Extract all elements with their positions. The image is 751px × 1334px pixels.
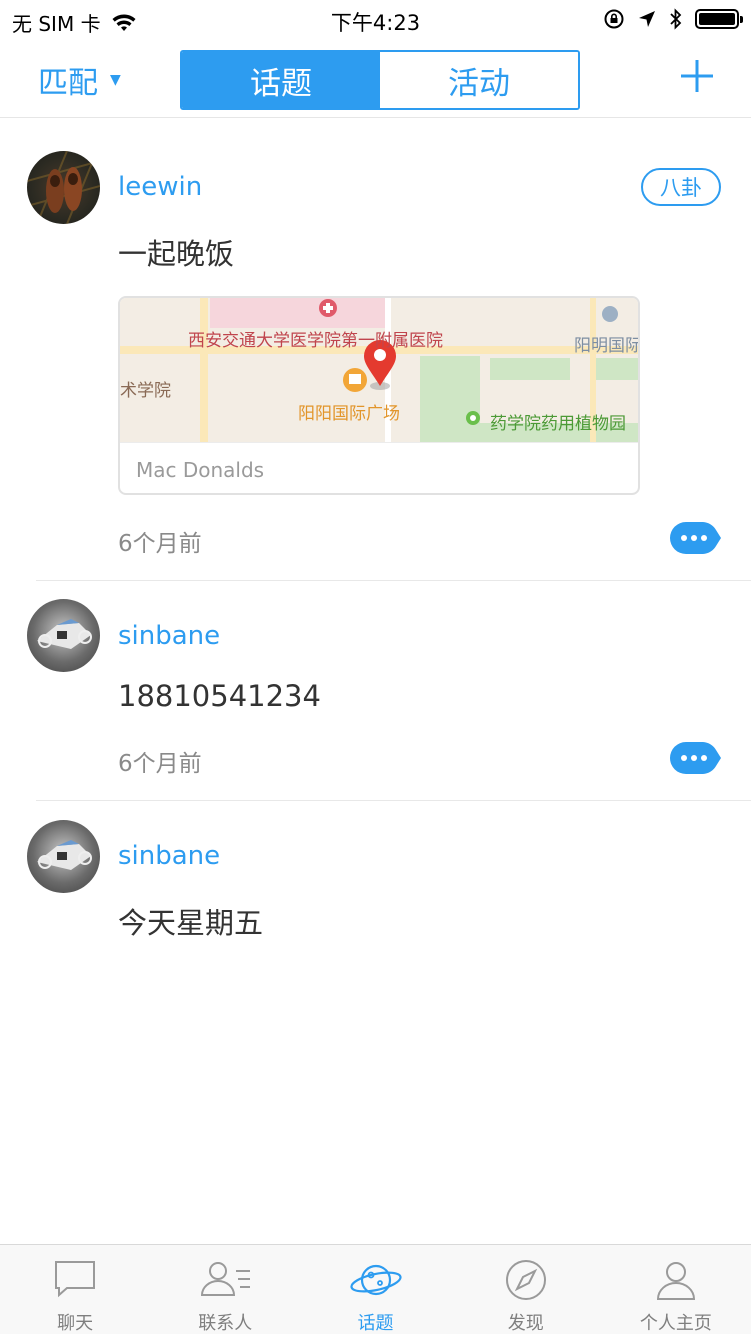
avatar-image	[37, 840, 92, 870]
post-content: 18810541234	[118, 679, 321, 713]
post-item[interactable]: leewin 八卦 一起晚饭 西安交通大学医学院第一附属医院 术学院 阳阳国际广…	[0, 119, 751, 581]
rotation-lock-icon	[604, 9, 624, 29]
post-content: 一起晚饭	[118, 237, 235, 271]
filter-label: 匹配	[38, 66, 98, 101]
map-label-art-school: 术学院	[120, 381, 171, 401]
segment-topics[interactable]: 话题	[182, 52, 380, 108]
segment-activities[interactable]: 活动	[380, 52, 578, 108]
map-label-plaza: 阳阳国际广场	[298, 404, 400, 424]
map-preview: 西安交通大学医学院第一附属医院 术学院 阳阳国际广场 药学院药用植物园 阳明国际	[120, 298, 638, 442]
plus-icon[interactable]	[679, 58, 715, 94]
battery-icon	[695, 9, 743, 29]
post-time: 6个月前	[118, 531, 202, 557]
map-label-right: 阳明国际	[574, 336, 638, 356]
map-label-hospital: 西安交通大学医学院第一附属医院	[188, 331, 443, 351]
tab-label: 聊天	[57, 1313, 94, 1334]
username[interactable]: leewin	[118, 172, 202, 202]
post-content: 今天星期五	[118, 906, 264, 940]
avatar-image	[27, 151, 100, 224]
tab-bar: 聊天 联系人 话题 发现 个人主页	[0, 1244, 751, 1334]
username[interactable]: sinbane	[118, 841, 220, 871]
category-tag[interactable]: 八卦	[641, 168, 721, 206]
filter-dropdown[interactable]: 匹配 ▼	[38, 58, 121, 102]
topic-feed: leewin 八卦 一起晚饭 西安交通大学医学院第一附属医院 术学院 阳阳国际广…	[0, 119, 751, 961]
map-label-garden: 药学院药用植物园	[490, 414, 626, 434]
status-bar: 无 SIM 卡 下午4:23	[0, 0, 751, 40]
tab-label: 发现	[507, 1313, 544, 1334]
avatar[interactable]	[27, 599, 100, 672]
compass-icon	[505, 1260, 546, 1300]
comment-bubble-icon[interactable]	[669, 521, 721, 555]
post-time: 6个月前	[118, 751, 202, 777]
nav-bar: 匹配 ▼ 话题 活动	[0, 40, 751, 118]
planet-icon	[349, 1264, 402, 1296]
username[interactable]: sinbane	[118, 621, 220, 651]
caret-down-icon: ▼	[110, 72, 121, 88]
person-icon	[656, 1262, 695, 1300]
bluetooth-icon	[670, 8, 682, 30]
tab-label: 个人主页	[639, 1313, 712, 1334]
location-arrow-icon	[639, 11, 655, 27]
tab-label: 话题	[357, 1313, 394, 1334]
post-item[interactable]: sinbane 18810541234 6个月前	[0, 581, 751, 801]
tab-discover[interactable]: 发现	[451, 1245, 601, 1334]
tab-label: 联系人	[198, 1313, 253, 1334]
comment-bubble-icon[interactable]	[669, 741, 721, 775]
tab-profile[interactable]: 个人主页	[601, 1245, 751, 1334]
location-map-card[interactable]: 西安交通大学医学院第一附属医院 术学院 阳阳国际广场 药学院药用植物园 阳明国际…	[118, 296, 640, 495]
post-item[interactable]: sinbane 今天星期五	[0, 801, 751, 961]
status-icons	[603, 8, 743, 30]
tab-topics[interactable]: 话题	[300, 1245, 450, 1334]
tab-contacts[interactable]: 联系人	[150, 1245, 300, 1334]
avatar-image	[37, 619, 92, 649]
segmented-control: 话题 活动	[180, 50, 580, 110]
avatar[interactable]	[27, 151, 100, 224]
tab-chat[interactable]: 聊天	[0, 1245, 150, 1334]
location-name: Mac Donalds	[120, 442, 638, 493]
chat-icon	[55, 1261, 96, 1298]
avatar[interactable]	[27, 820, 100, 893]
contacts-icon	[201, 1262, 251, 1296]
